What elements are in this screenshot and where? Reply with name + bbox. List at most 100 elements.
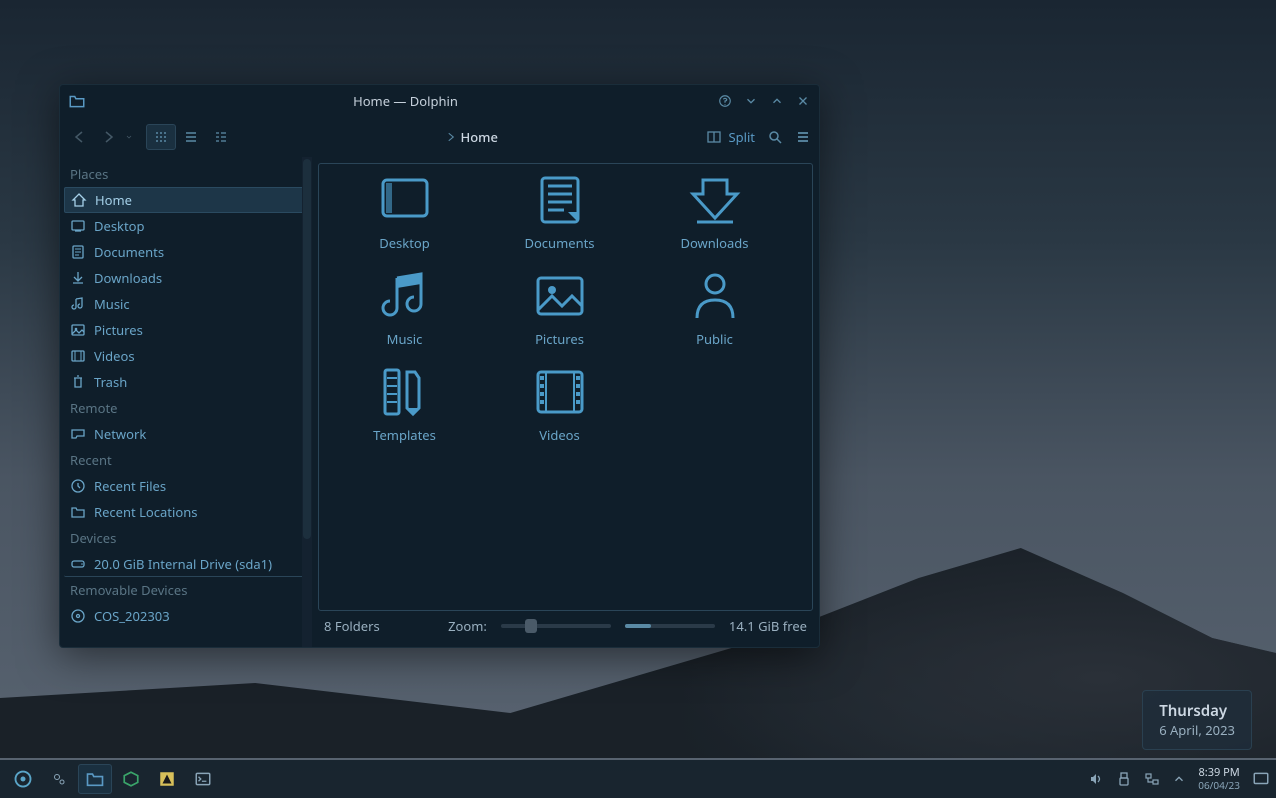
- settings-launcher[interactable]: [42, 764, 76, 794]
- sidebar-item-label: Trash: [94, 373, 127, 391]
- sidebar-item-downloads[interactable]: Downloads: [64, 265, 312, 291]
- back-button[interactable]: [68, 125, 92, 149]
- hamburger-menu-button[interactable]: [795, 129, 811, 145]
- app-launcher[interactable]: [6, 764, 40, 794]
- disk-icon: [70, 556, 86, 572]
- sidebar-item-recent-files[interactable]: Recent Files: [64, 473, 312, 499]
- pictures-icon: [70, 322, 86, 338]
- folder-app-icon: [68, 92, 86, 110]
- sidebar-item-music[interactable]: Music: [64, 291, 312, 317]
- trash-icon: [70, 374, 86, 390]
- network-icon: [70, 426, 86, 442]
- show-desktop-button[interactable]: [1252, 770, 1270, 788]
- disk-usage-bar: [625, 624, 715, 628]
- tray-volume-icon[interactable]: [1088, 771, 1104, 787]
- sidebar-item-recent-locations[interactable]: Recent Locations: [64, 499, 312, 525]
- status-free: 14.1 GiB free: [729, 617, 807, 635]
- tray-network-icon[interactable]: [1144, 771, 1160, 787]
- folder-downloads[interactable]: Downloads: [637, 172, 792, 268]
- sidebar-item-label: Downloads: [94, 269, 162, 287]
- taskbar: 8:39 PM 06/04/23: [0, 760, 1276, 798]
- folder-label: Pictures: [535, 330, 584, 348]
- taskbar-clock[interactable]: 8:39 PM 06/04/23: [1198, 767, 1240, 791]
- sidebar-item-label: Videos: [94, 347, 135, 365]
- detail-view-button[interactable]: [206, 124, 236, 150]
- folder-label: Templates: [373, 426, 436, 444]
- sidebar-item-label: Home: [95, 191, 132, 209]
- chevron-right-icon: [445, 131, 457, 143]
- compact-view-button[interactable]: [176, 124, 206, 150]
- folder-label: Downloads: [680, 234, 748, 252]
- public-folder-icon: [687, 268, 743, 324]
- folder-templates[interactable]: Templates: [327, 364, 482, 460]
- icon-view-button[interactable]: [146, 124, 176, 150]
- help-button[interactable]: [717, 93, 733, 109]
- sidebar-item-documents[interactable]: Documents: [64, 239, 312, 265]
- calendar-date: 6 April, 2023: [1159, 721, 1235, 739]
- sidebar-item-pictures[interactable]: Pictures: [64, 317, 312, 343]
- sidebar-item-label: Desktop: [94, 217, 145, 235]
- templates-folder-icon: [377, 364, 433, 420]
- tray-expand-icon[interactable]: [1172, 772, 1186, 786]
- sidebar-section-remote: Remote: [64, 395, 312, 421]
- folder-desktop[interactable]: Desktop: [327, 172, 482, 268]
- folder-videos[interactable]: Videos: [482, 364, 637, 460]
- breadcrumb[interactable]: Home: [240, 128, 702, 146]
- sidebar-item-label: Music: [94, 295, 130, 313]
- calendar-widget[interactable]: Thursday 6 April, 2023: [1142, 690, 1252, 750]
- breadcrumb-label: Home: [461, 128, 498, 146]
- task-terminal[interactable]: [186, 764, 220, 794]
- split-button[interactable]: Split: [706, 128, 755, 146]
- sidebar-item-label: Recent Locations: [94, 503, 197, 521]
- sidebar-section-recent: Recent: [64, 447, 312, 473]
- folder-music[interactable]: Music: [327, 268, 482, 364]
- sidebar-item-trash[interactable]: Trash: [64, 369, 312, 395]
- sidebar-item-network[interactable]: Network: [64, 421, 312, 447]
- folder-label: Music: [387, 330, 423, 348]
- sidebar-item-cos-202303[interactable]: COS_202303: [64, 603, 312, 629]
- folder-view[interactable]: Desktop Documents Downloads Music Pictures Pu…: [318, 163, 813, 611]
- sidebar-item-label: 20.0 GiB Internal Drive (sda1): [94, 555, 272, 573]
- sidebar-item-label: Network: [94, 425, 146, 443]
- task-app-yellow[interactable]: [150, 764, 184, 794]
- folder-label: Videos: [539, 426, 580, 444]
- videos-icon: [70, 348, 86, 364]
- folder-label: Public: [696, 330, 733, 348]
- split-label: Split: [728, 128, 755, 146]
- sidebar-item-label: Pictures: [94, 321, 143, 339]
- sidebar-item-20-0-gib-internal-drive-sda1-[interactable]: 20.0 GiB Internal Drive (sda1): [64, 551, 312, 577]
- places-panel: PlacesHomeDesktopDocumentsDownloadsMusic…: [60, 157, 312, 647]
- tray-usb-icon[interactable]: [1116, 771, 1132, 787]
- folder-label: Documents: [524, 234, 594, 252]
- task-app-green[interactable]: [114, 764, 148, 794]
- titlebar[interactable]: Home — Dolphin: [60, 85, 819, 117]
- search-button[interactable]: [767, 129, 783, 145]
- minimize-button[interactable]: [743, 93, 759, 109]
- sidebar-section-devices: Devices: [64, 525, 312, 551]
- forward-button[interactable]: [96, 125, 120, 149]
- downloads-folder-icon: [687, 172, 743, 228]
- window-title: Home — Dolphin: [94, 92, 717, 110]
- folder-public[interactable]: Public: [637, 268, 792, 364]
- sidebar-scrollbar[interactable]: [302, 157, 312, 647]
- documents-icon: [70, 244, 86, 260]
- task-dolphin[interactable]: [78, 764, 112, 794]
- sidebar-item-desktop[interactable]: Desktop: [64, 213, 312, 239]
- status-bar: 8 Folders Zoom: 14.1 GiB free: [318, 611, 813, 641]
- folder-pictures[interactable]: Pictures: [482, 268, 637, 364]
- zoom-slider[interactable]: [501, 624, 611, 628]
- maximize-button[interactable]: [769, 93, 785, 109]
- forward-dropdown[interactable]: [124, 125, 134, 149]
- sidebar-item-videos[interactable]: Videos: [64, 343, 312, 369]
- pictures-folder-icon: [532, 268, 588, 324]
- optical-icon: [70, 608, 86, 624]
- dolphin-window: Home — Dolphin Home Split: [59, 84, 820, 648]
- music-icon: [70, 296, 86, 312]
- folder-icon: [70, 504, 86, 520]
- sidebar-item-home[interactable]: Home: [64, 187, 312, 213]
- calendar-dow: Thursday: [1159, 701, 1235, 721]
- documents-folder-icon: [532, 172, 588, 228]
- folder-documents[interactable]: Documents: [482, 172, 637, 268]
- close-button[interactable]: [795, 93, 811, 109]
- music-folder-icon: [377, 268, 433, 324]
